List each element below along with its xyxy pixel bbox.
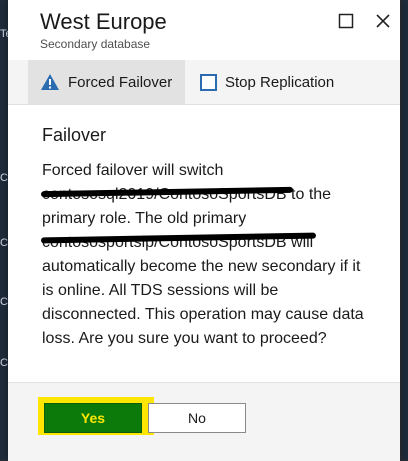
bg-letter: C bbox=[0, 237, 8, 249]
section-title: Failover bbox=[42, 125, 107, 145]
maximize-button[interactable] bbox=[335, 10, 357, 32]
checkbox-icon bbox=[200, 73, 217, 91]
forced-failover-button[interactable]: Forced Failover bbox=[28, 60, 185, 104]
yes-button[interactable]: Yes bbox=[44, 403, 142, 433]
no-button[interactable]: No bbox=[148, 403, 246, 433]
bg-letter: C bbox=[0, 296, 8, 308]
dialog-subtitle: Secondary database bbox=[40, 37, 151, 51]
stop-replication-label: Stop Replication bbox=[225, 73, 335, 91]
close-button[interactable] bbox=[372, 10, 394, 32]
dialog-body: Failover Forced failover will switch con… bbox=[8, 105, 400, 380]
forced-failover-label: Forced Failover bbox=[68, 73, 173, 91]
bg-letter: C bbox=[0, 172, 8, 184]
bg-letter: C bbox=[0, 357, 8, 369]
stop-replication-button[interactable]: Stop Replication bbox=[200, 60, 334, 104]
background-strip-right bbox=[402, 0, 408, 460]
dialog-footer: Yes No bbox=[8, 382, 400, 461]
failover-dialog: West Europe Secondary database Forced Fa… bbox=[8, 0, 400, 461]
dialog-title: West Europe bbox=[40, 9, 167, 34]
command-bar: Forced Failover Stop Replication bbox=[8, 60, 400, 105]
close-icon bbox=[376, 14, 390, 28]
warning-icon bbox=[40, 73, 60, 91]
dialog-header: West Europe Secondary database bbox=[8, 0, 400, 60]
maximize-icon bbox=[338, 13, 354, 29]
